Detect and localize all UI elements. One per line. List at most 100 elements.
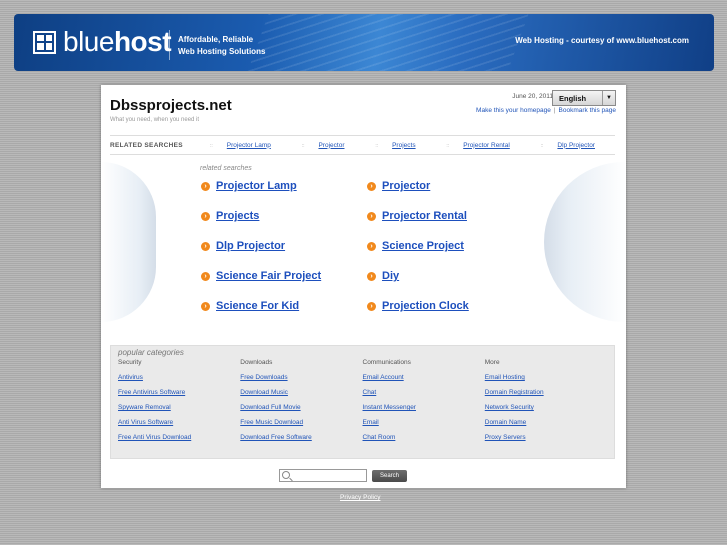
arrow-right-icon: ›	[201, 301, 210, 311]
related-searches-heading: related searches	[200, 165, 252, 172]
bluehost-grid-icon	[33, 30, 56, 54]
category-column: More Email Hosting Domain Registration Netw…	[485, 359, 607, 449]
result-link[interactable]: Diy	[382, 270, 399, 282]
arrow-right-icon: ›	[367, 301, 376, 311]
result-link[interactable]: Projection Clock	[382, 300, 469, 312]
category-link[interactable]: Email Account	[363, 374, 485, 389]
category-link[interactable]: Free Music Download	[240, 419, 362, 434]
related-bar-link[interactable]: Projector Rental	[463, 142, 510, 149]
chevron-down-icon: ▼	[602, 91, 615, 105]
result-item[interactable]: › Projection Clock	[367, 300, 469, 312]
category-column: Communications Email Account Chat Instant M…	[363, 359, 485, 449]
category-link[interactable]: Network Security	[485, 404, 607, 419]
result-item[interactable]: › Science Project	[367, 240, 464, 252]
category-link[interactable]: Free Anti Virus Download	[118, 434, 240, 449]
top-links: Make this your homepage | Bookmark this pa…	[476, 107, 616, 114]
tagline-line-1: Affordable, Reliable	[178, 35, 254, 44]
category-link[interactable]: Free Antivirus Software	[118, 389, 240, 404]
related-bar-entry: :: Dlp Projector	[541, 142, 595, 149]
tagline-line-2: Web Hosting Solutions	[178, 47, 266, 56]
related-searches-items: :: Projector Lamp:: Projector:: Projects:: P…	[210, 142, 615, 149]
popular-categories-title: popular categories	[118, 348, 184, 357]
result-item[interactable]: › Dlp Projector	[201, 240, 285, 252]
bullet-icon: ::	[210, 142, 213, 149]
result-item[interactable]: › Projector Lamp	[201, 180, 297, 192]
bullet-icon: ::	[540, 142, 544, 149]
related-searches-bar: RELATED SEARCHES :: Projector Lamp:: Proje…	[110, 135, 615, 155]
result-item[interactable]: › Diy	[367, 270, 399, 282]
category-heading: More	[484, 359, 500, 366]
result-link[interactable]: Science Fair Project	[216, 270, 321, 282]
site-title: Dbssprojects.net	[110, 97, 232, 114]
arrow-right-icon: ›	[201, 211, 210, 221]
make-homepage-link[interactable]: Make this your homepage	[476, 107, 551, 114]
search-button[interactable]: Search	[372, 469, 407, 482]
category-link[interactable]: Download Full Movie	[240, 404, 362, 419]
arrow-right-icon: ›	[367, 211, 376, 221]
result-link[interactable]: Projects	[216, 210, 259, 222]
category-link[interactable]: Proxy Servers	[485, 434, 607, 449]
hosting-courtesy-text[interactable]: Web Hosting - courtesy of www.bluehost.c…	[515, 36, 689, 45]
result-link[interactable]: Science For Kid	[216, 300, 299, 312]
bullet-icon: ::	[446, 142, 450, 149]
arrow-right-icon: ›	[367, 241, 376, 251]
search-input[interactable]	[279, 469, 367, 482]
category-link[interactable]: Spyware Removal	[118, 404, 240, 419]
result-item[interactable]: › Science For Kid	[201, 300, 299, 312]
related-searches-label: RELATED SEARCHES	[110, 141, 183, 149]
related-bar-entry: :: Projector	[302, 142, 345, 149]
category-heading: Communications	[362, 359, 411, 366]
related-bar-link[interactable]: Projects	[392, 142, 415, 149]
bullet-icon: ::	[375, 142, 379, 149]
language-value: English	[559, 94, 587, 103]
left-decorative-orb	[101, 162, 156, 322]
privacy-policy-link[interactable]: Privacy Policy	[340, 494, 380, 501]
arrow-right-icon: ›	[201, 271, 210, 281]
category-link[interactable]: Email Hosting	[485, 374, 607, 389]
category-column: Downloads Free Downloads Download Music Dow…	[240, 359, 362, 449]
result-item[interactable]: › Projector	[367, 180, 430, 192]
category-link[interactable]: Chat Room	[363, 434, 485, 449]
result-link[interactable]: Science Project	[382, 240, 464, 252]
arrow-right-icon: ›	[201, 241, 210, 251]
search-form: Search	[279, 469, 407, 482]
site-subtitle: What you need, when you need it	[110, 117, 200, 123]
bluehost-banner[interactable]: bluehost Affordable, Reliable Web Hostin…	[14, 14, 714, 71]
arrow-right-icon: ›	[201, 181, 210, 191]
result-link[interactable]: Projector Lamp	[216, 180, 297, 192]
result-item[interactable]: › Projector Rental	[367, 210, 467, 222]
banner-tagline: Affordable, Reliable Web Hosting Solutio…	[178, 34, 265, 58]
category-heading: Security	[118, 359, 142, 366]
category-link[interactable]: Download Music	[240, 389, 362, 404]
category-link[interactable]: Download Free Software	[240, 434, 362, 449]
category-link[interactable]: Free Downloads	[240, 374, 362, 389]
result-link[interactable]: Projector Rental	[382, 210, 467, 222]
result-link[interactable]: Dlp Projector	[216, 240, 285, 252]
popular-categories: popular categories Security Antivirus Free…	[110, 345, 615, 459]
category-link[interactable]: Domain Name	[485, 419, 607, 434]
language-select[interactable]: English ▼	[552, 90, 616, 106]
category-columns: Security Antivirus Free Antivirus Software…	[118, 359, 607, 449]
bluehost-logo[interactable]: bluehost	[33, 26, 172, 57]
arrow-right-icon: ›	[367, 181, 376, 191]
main-panel: Dbssprojects.net What you need, when you…	[101, 85, 626, 488]
related-bar-link[interactable]: Projector	[318, 142, 344, 149]
category-link[interactable]: Instant Messenger	[363, 404, 485, 419]
related-bar-entry: :: Projector Rental	[446, 142, 509, 149]
category-link[interactable]: Email	[363, 419, 485, 434]
category-link[interactable]: Antivirus	[118, 374, 240, 389]
related-bar-link[interactable]: Projector Lamp	[227, 142, 271, 149]
logo-divider	[169, 30, 170, 60]
result-item[interactable]: › Projects	[201, 210, 259, 222]
bookmark-link[interactable]: Bookmark this page	[559, 107, 616, 114]
related-bar-link[interactable]: Dlp Projector	[557, 142, 595, 149]
bullet-icon: ::	[301, 142, 305, 149]
category-link[interactable]: Chat	[363, 389, 485, 404]
category-link[interactable]: Anti Virus Software	[118, 419, 240, 434]
category-column: Security Antivirus Free Antivirus Software…	[118, 359, 240, 449]
result-item[interactable]: › Science Fair Project	[201, 270, 321, 282]
result-link[interactable]: Projector	[382, 180, 430, 192]
category-link[interactable]: Domain Registration	[485, 389, 607, 404]
logo-text: bluehost	[63, 26, 172, 57]
category-heading: Downloads	[240, 359, 273, 366]
